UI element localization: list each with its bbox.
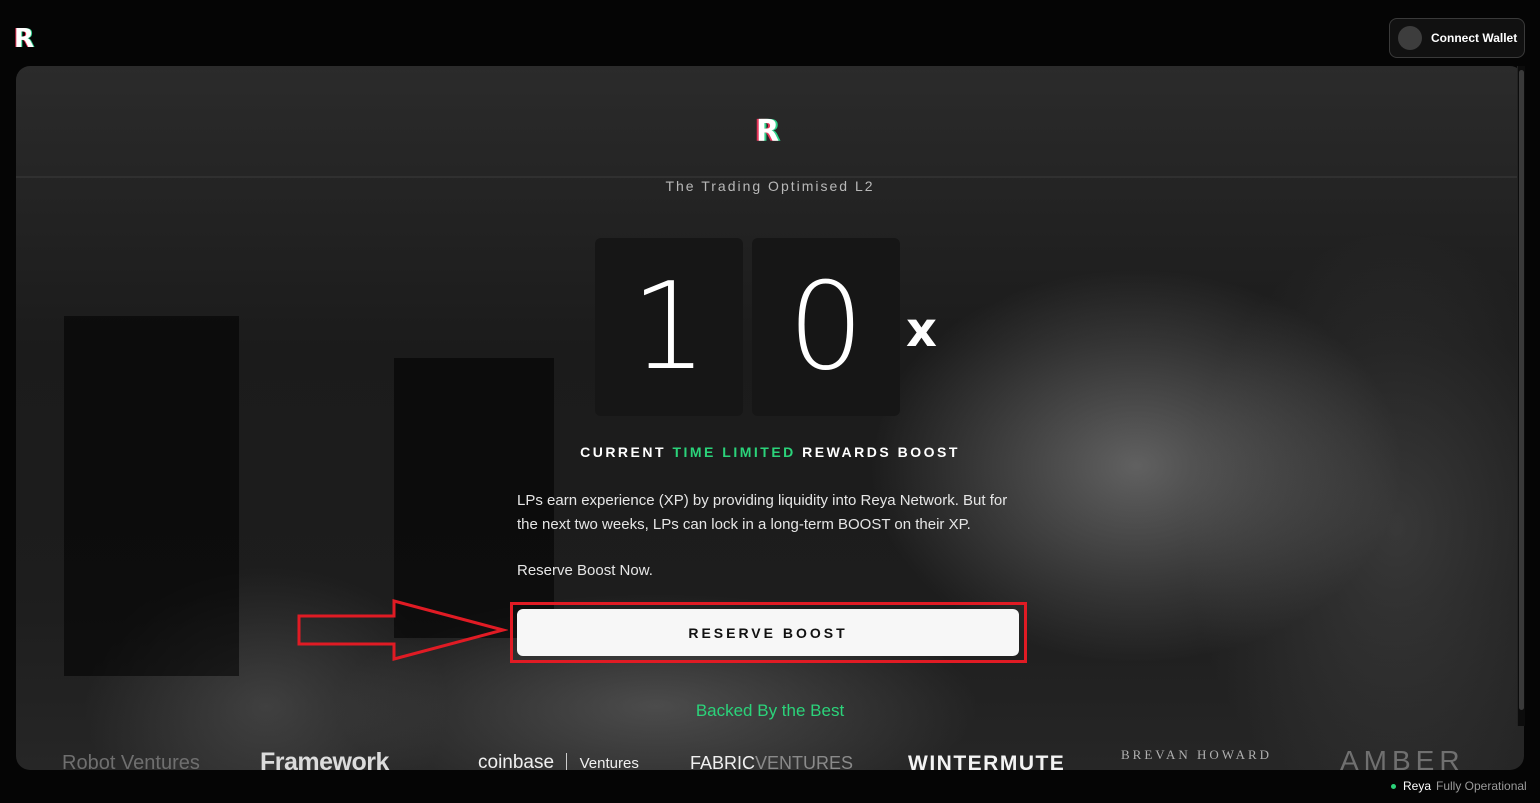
footer-bar (0, 770, 1540, 803)
hero-reya-logo: R (756, 114, 780, 149)
boost-title-highlight: TIME LIMITED (672, 444, 796, 460)
annotation-arrow-icon (297, 599, 508, 661)
hero-tagline: The Trading Optimised L2 (665, 178, 875, 194)
wallet-avatar-icon (1398, 26, 1422, 50)
boost-digit-ones: 0 (752, 238, 900, 416)
backed-by-heading: Backed By the Best (695, 701, 845, 720)
annotation-highlight-box (510, 602, 1027, 663)
boost-digit-tens: 1 (595, 238, 743, 416)
boost-multiplier-suffix: x (906, 302, 937, 358)
status-text: Fully Operational (1436, 779, 1527, 793)
scrollbar-thumb[interactable] (1519, 70, 1524, 710)
boost-title-suffix: REWARDS BOOST (795, 444, 960, 460)
background-doorway-left (64, 316, 239, 676)
connect-wallet-button[interactable]: Connect Wallet (1389, 18, 1525, 58)
brevan-howard-logo: BREVAN HOWARD (1121, 747, 1273, 762)
rewards-boost-title: CURRENT TIME LIMITED REWARDS BOOST (0, 444, 1540, 460)
reya-logo[interactable]: R (14, 24, 34, 54)
status-indicator-dot (1391, 784, 1396, 789)
status-network-name: Reya (1403, 779, 1432, 793)
coinbase-divider (566, 753, 568, 771)
reserve-boost-cta-text: Reserve Boost Now. (517, 562, 653, 579)
boost-title-prefix: CURRENT (580, 444, 673, 460)
boost-description: LPs earn experience (XP) by providing li… (517, 492, 1008, 533)
hero-background (16, 66, 1524, 770)
connect-wallet-label: Connect Wallet (1431, 31, 1518, 45)
